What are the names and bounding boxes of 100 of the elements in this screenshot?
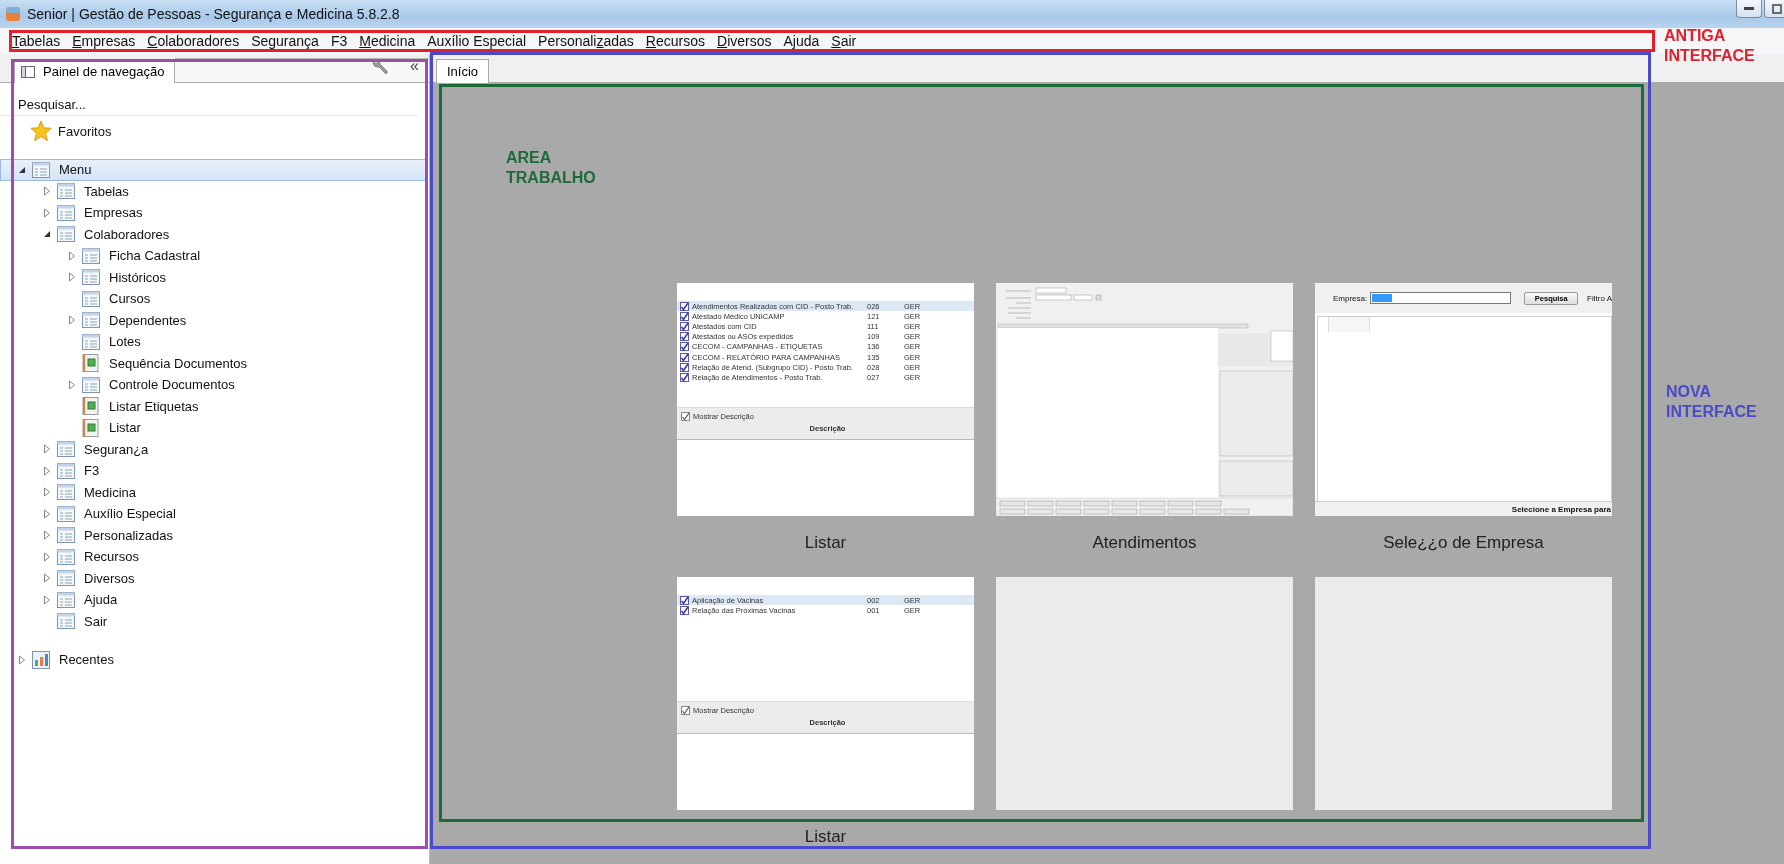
tree-item[interactable]: Ficha Cadastral (0, 245, 429, 267)
tree-item[interactable]: Cursos (0, 288, 429, 310)
caret-down-icon[interactable] (18, 165, 26, 174)
checkbox[interactable] (680, 362, 689, 372)
caret-right-icon[interactable] (68, 379, 76, 390)
menubar-option[interactable]: Ajuda (777, 33, 826, 49)
tree-item[interactable]: Empresas (0, 202, 429, 224)
annotation-label: AREA TRABALHO (506, 148, 597, 188)
tree-item[interactable]: Personalizadas (0, 524, 429, 546)
caret-right-icon[interactable] (68, 315, 76, 326)
menubar-option[interactable]: Tabelas (6, 33, 67, 49)
checkbox[interactable] (680, 352, 689, 362)
menubar-option[interactable]: Diversos (711, 33, 778, 49)
menubar-option[interactable]: F3 (324, 33, 354, 49)
list-icon (82, 333, 100, 350)
favorites-item[interactable]: Favoritos (0, 119, 112, 143)
checkbox[interactable] (680, 605, 689, 615)
restore-icon (1772, 3, 1782, 14)
tree-label: Sair (84, 613, 108, 629)
wrench-icon[interactable] (371, 59, 389, 75)
tree-item[interactable]: Listar (0, 417, 429, 439)
restore-button[interactable] (1764, 0, 1784, 18)
list-icon (82, 376, 100, 393)
workspace-tab[interactable]: Início (436, 59, 490, 83)
minimize-button[interactable] (1736, 0, 1762, 18)
report-icon (82, 354, 100, 373)
tree-item[interactable]: Seguran¿a (0, 438, 429, 460)
tree-item[interactable]: F3 (0, 460, 429, 482)
menubar-option[interactable]: Medicina (353, 33, 422, 49)
status-text: Selecione a Empresa para (1511, 504, 1611, 514)
tree-label: Medicina (84, 484, 137, 500)
list-icon (82, 290, 100, 307)
menubar-option[interactable]: Segurança (245, 33, 325, 49)
tree-label: Auxílio Especial (84, 506, 176, 522)
list-icon (57, 183, 75, 200)
tree-item[interactable]: Tabelas (0, 180, 429, 202)
list-icon (57, 441, 75, 458)
tree-item[interactable]: Auxílio Especial (0, 503, 429, 525)
report-icon (82, 397, 100, 416)
tree-item[interactable]: Medicina (0, 481, 429, 503)
caret-right-icon[interactable] (68, 272, 76, 283)
tree-item[interactable]: Colaboradores (0, 223, 429, 245)
caret-right-icon[interactable] (43, 594, 51, 605)
tree-label: Dependentes (109, 312, 187, 328)
tree-label: Cursos (109, 291, 151, 307)
caret-down-icon[interactable] (43, 230, 51, 239)
checkbox[interactable] (680, 332, 689, 342)
tree-label: Tabelas (84, 183, 129, 199)
company-field[interactable] (1370, 292, 1512, 304)
caret-right-icon[interactable] (43, 444, 51, 455)
tree-label: Menu (59, 162, 92, 178)
checkbox[interactable] (681, 706, 690, 715)
checkbox[interactable] (680, 595, 689, 605)
tree-label: Recentes (59, 652, 114, 668)
preview-caption: Listar (804, 827, 847, 847)
checkbox[interactable] (680, 372, 689, 382)
tree-item[interactable]: Diversos (0, 567, 429, 589)
collapse-button[interactable]: « (406, 57, 423, 75)
caret-right-icon[interactable] (68, 250, 76, 261)
caret-right-icon[interactable] (43, 207, 51, 218)
tree-item[interactable]: Menu (0, 159, 427, 181)
menubar-option[interactable]: Empresas (66, 33, 142, 49)
annotation-label: NOVA INTERFACE (1666, 382, 1758, 422)
tree-item[interactable]: Dependentes (0, 309, 429, 331)
checkbox[interactable] (680, 342, 689, 352)
tree-item[interactable]: Históricos (0, 266, 429, 288)
tree-label: Históricos (109, 269, 167, 285)
caret-right-icon[interactable] (43, 186, 51, 197)
tree-item[interactable]: Ajuda (0, 589, 429, 611)
tree-item[interactable]: Sequência Documentos (0, 352, 429, 374)
list-icon (57, 570, 75, 587)
tree-item[interactable]: Sair (0, 610, 429, 632)
tree-label: Controle Documentos (109, 377, 235, 393)
caret-right-icon[interactable] (43, 530, 51, 541)
menubar-option[interactable]: Colaboradores (141, 33, 246, 49)
tree-label: Listar Etiquetas (109, 398, 199, 414)
checkbox[interactable] (680, 311, 689, 321)
tree-label: Empresas (84, 205, 143, 221)
preview-caption: Atendimentos (1092, 533, 1197, 553)
menubar-option[interactable]: Sair (825, 33, 863, 49)
checkbox[interactable] (681, 412, 690, 421)
menubar-option[interactable]: Auxílio Especial (421, 33, 533, 49)
caret-right-icon[interactable] (18, 654, 26, 665)
caret-right-icon[interactable] (43, 573, 51, 584)
caret-right-icon[interactable] (43, 551, 51, 562)
checkbox[interactable] (680, 321, 689, 331)
checkbox[interactable] (680, 301, 689, 311)
field-label: Empresa: (1333, 293, 1368, 303)
tree-item[interactable]: Recursos (0, 546, 429, 568)
tree-item[interactable]: Controle Documentos (0, 374, 429, 396)
tree-label: Listar (109, 420, 141, 436)
list-icon (57, 505, 75, 522)
caret-right-icon[interactable] (43, 465, 51, 476)
recent-item[interactable]: Recentes (0, 649, 115, 671)
caret-right-icon[interactable] (43, 508, 51, 519)
menubar-option[interactable]: Recursos (639, 33, 711, 49)
menubar-option[interactable]: Personalizadas (532, 33, 640, 49)
caret-right-icon[interactable] (43, 487, 51, 498)
tree-item[interactable]: Listar Etiquetas (0, 395, 429, 417)
tree-item[interactable]: Lotes (0, 331, 429, 353)
